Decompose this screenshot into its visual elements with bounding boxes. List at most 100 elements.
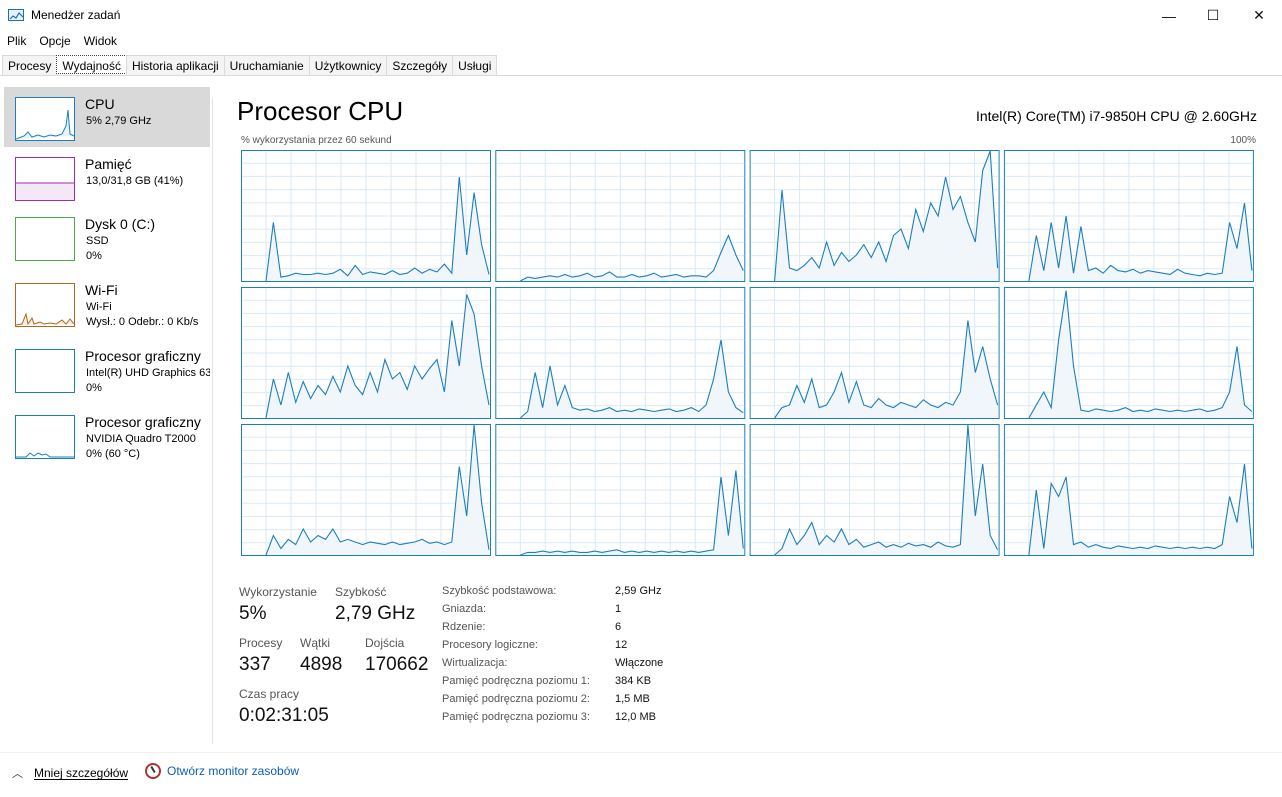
tab-services[interactable]: Usługi: [452, 55, 498, 75]
spec-l3-label: Pamięć podręczna poziomu 3:: [442, 711, 590, 723]
spec-l1-value: 384 KB: [615, 675, 652, 687]
cpu-model: Intel(R) Core(TM) i7-9850H CPU @ 2.60GHz: [975, 108, 1257, 124]
spec-l3-value: 12,0 MB: [615, 711, 656, 723]
chevron-up-icon: ︿: [12, 768, 23, 780]
spec-base-speed-label: Szybkość podstawowa:: [442, 585, 557, 597]
spec-logical-value: 12: [615, 639, 628, 651]
spec-l2-label: Pamięć podręczna poziomu 2:: [442, 693, 590, 705]
title-bar: Menedżer zadań — ☐ ✕: [0, 0, 1282, 31]
utilization-label: Wykorzystanie: [239, 585, 317, 599]
logical-processor-chart: [749, 287, 1000, 419]
wifi-thumbnail: [15, 283, 75, 327]
logical-cpu-charts: [241, 150, 1254, 558]
processes-label: Procesy: [239, 636, 283, 650]
sidebar-sub-gpu-intel-model: Intel(R) UHD Graphics 63: [86, 367, 210, 379]
spec-cores-label: Rdzenie:: [442, 621, 486, 633]
uptime-value: 0:02:31:05: [239, 705, 329, 726]
threads-label: Wątki: [300, 636, 330, 650]
logical-processor-chart: [1003, 287, 1254, 419]
logical-processor-chart: [749, 150, 1000, 282]
speed-value: 2,79 GHz: [335, 603, 416, 624]
sidebar-sub-wifi-speed: Wysł.: 0 Odebr.: 0 Kb/s: [86, 316, 199, 328]
footer-divider: [0, 752, 1282, 753]
tabs-divider: [0, 75, 1282, 76]
tab-startup[interactable]: Uruchamianie: [223, 55, 310, 75]
logical-processor-chart: [1003, 150, 1254, 282]
chart-axis-label: % wykorzystania przez 60 sekund: [241, 135, 392, 146]
chart-axis-max: 100%: [1230, 135, 1256, 146]
sidebar-item-memory[interactable]: Pamięć 13,0/31,8 GB (41%): [4, 147, 210, 207]
logical-processor-chart: [495, 287, 746, 419]
open-resource-monitor-link[interactable]: Otwórz monitor zasobów: [145, 763, 299, 779]
spec-logical-label: Procesory logiczne:: [442, 639, 538, 651]
spec-base-speed-value: 2,59 GHz: [615, 585, 662, 597]
sidebar-item-cpu[interactable]: CPU 5% 2,79 GHz: [4, 87, 210, 147]
tab-details[interactable]: Szczegóły: [386, 55, 454, 75]
menu-bar: Plik Opcje Widok: [0, 31, 123, 51]
fewer-details-label: Mniej szczegółów: [34, 766, 129, 780]
resource-sidebar: CPU 5% 2,79 GHz Pamięć 13,0/31,8 GB (41%…: [4, 87, 210, 471]
spec-l2-value: 1,5 MB: [615, 693, 650, 705]
cpu-thumbnail: [15, 97, 75, 141]
sidebar-label-wifi: Wi-Fi: [85, 282, 118, 298]
cpu-charts-svg: [241, 150, 1254, 556]
maximize-button[interactable]: ☐: [1190, 0, 1236, 31]
open-resource-monitor-label: Otwórz monitor zasobów: [167, 764, 300, 778]
logical-processor-chart: [241, 287, 491, 419]
menu-view[interactable]: Widok: [77, 31, 123, 51]
sidebar-sub-disk-type: SSD: [86, 235, 109, 247]
logical-processor-chart: [495, 150, 746, 282]
sidebar-item-gpu-intel[interactable]: Procesor graficzny Intel(R) UHD Graphics…: [4, 339, 210, 405]
tab-users[interactable]: Użytkownicy: [308, 55, 388, 75]
minimize-button[interactable]: —: [1146, 0, 1192, 31]
tab-app-history[interactable]: Historia aplikacji: [125, 55, 225, 75]
speed-label: Szybkość: [335, 585, 387, 599]
logical-processor-chart: [241, 424, 491, 556]
sidebar-sub-memory: 13,0/31,8 GB (41%): [86, 175, 184, 187]
spec-sockets-value: 1: [615, 603, 622, 615]
sidebar-label-gpu-nvidia: Procesor graficzny: [85, 414, 201, 430]
sidebar-sub-gpu-nvidia-usage: 0% (60 °C): [86, 448, 140, 460]
handles-label: Dojścia: [365, 636, 405, 650]
menu-options[interactable]: Opcje: [32, 31, 76, 51]
sidebar-sub-cpu: 5% 2,79 GHz: [86, 115, 152, 127]
sidebar-sub-disk-usage: 0%: [86, 250, 102, 262]
uptime-label: Czas pracy: [239, 687, 300, 701]
logical-processor-chart: [495, 424, 746, 556]
sidebar-sub-wifi-name: Wi-Fi: [86, 301, 112, 313]
sidebar-label-memory: Pamięć: [85, 156, 132, 172]
sidebar-item-gpu-nvidia[interactable]: Procesor graficzny NVIDIA Quadro T2000 0…: [4, 405, 210, 471]
sidebar-sub-gpu-intel-usage: 0%: [86, 382, 102, 394]
utilization-value: 5%: [239, 603, 267, 624]
page-title: Procesor CPU: [237, 96, 404, 126]
tab-processes[interactable]: Procesy: [2, 55, 58, 75]
spec-virtualization-label: Wirtualizacja:: [442, 657, 508, 669]
sidebar-label-disk: Dysk 0 (C:): [85, 216, 155, 232]
logical-processor-chart: [241, 150, 491, 282]
sidebar-divider: [212, 98, 213, 744]
task-manager-icon: [8, 9, 24, 21]
resource-monitor-icon: [145, 763, 161, 779]
tab-strip: Procesy Wydajność Historia aplikacji Uru…: [2, 55, 498, 75]
sidebar-sub-gpu-nvidia-model: NVIDIA Quadro T2000: [86, 433, 196, 445]
sidebar-item-disk[interactable]: Dysk 0 (C:) SSD 0%: [4, 207, 210, 273]
spec-sockets-label: Gniazda:: [442, 603, 487, 615]
threads-value: 4898: [300, 654, 343, 675]
gpu-intel-thumbnail: [15, 349, 75, 393]
fewer-details-button[interactable]: ︿ Mniej szczegółów: [12, 765, 128, 781]
tab-performance[interactable]: Wydajność: [56, 55, 127, 74]
window-title: Menedżer zadań: [31, 8, 121, 22]
sidebar-label-cpu: CPU: [85, 96, 115, 112]
processes-value: 337: [239, 654, 271, 675]
sidebar-item-wifi[interactable]: Wi-Fi Wi-Fi Wysł.: 0 Odebr.: 0 Kb/s: [4, 273, 210, 339]
logical-processor-chart: [1003, 424, 1254, 556]
spec-cores-value: 6: [615, 621, 622, 633]
disk-thumbnail: [15, 217, 75, 261]
sidebar-label-gpu-intel: Procesor graficzny: [85, 348, 201, 364]
memory-thumbnail: [15, 157, 75, 201]
close-button[interactable]: ✕: [1236, 0, 1282, 31]
spec-l1-label: Pamięć podręczna poziomu 1:: [442, 675, 590, 687]
handles-value: 170662: [365, 654, 429, 675]
menu-file[interactable]: Plik: [0, 31, 32, 51]
gpu-nvidia-thumbnail: [15, 415, 75, 459]
